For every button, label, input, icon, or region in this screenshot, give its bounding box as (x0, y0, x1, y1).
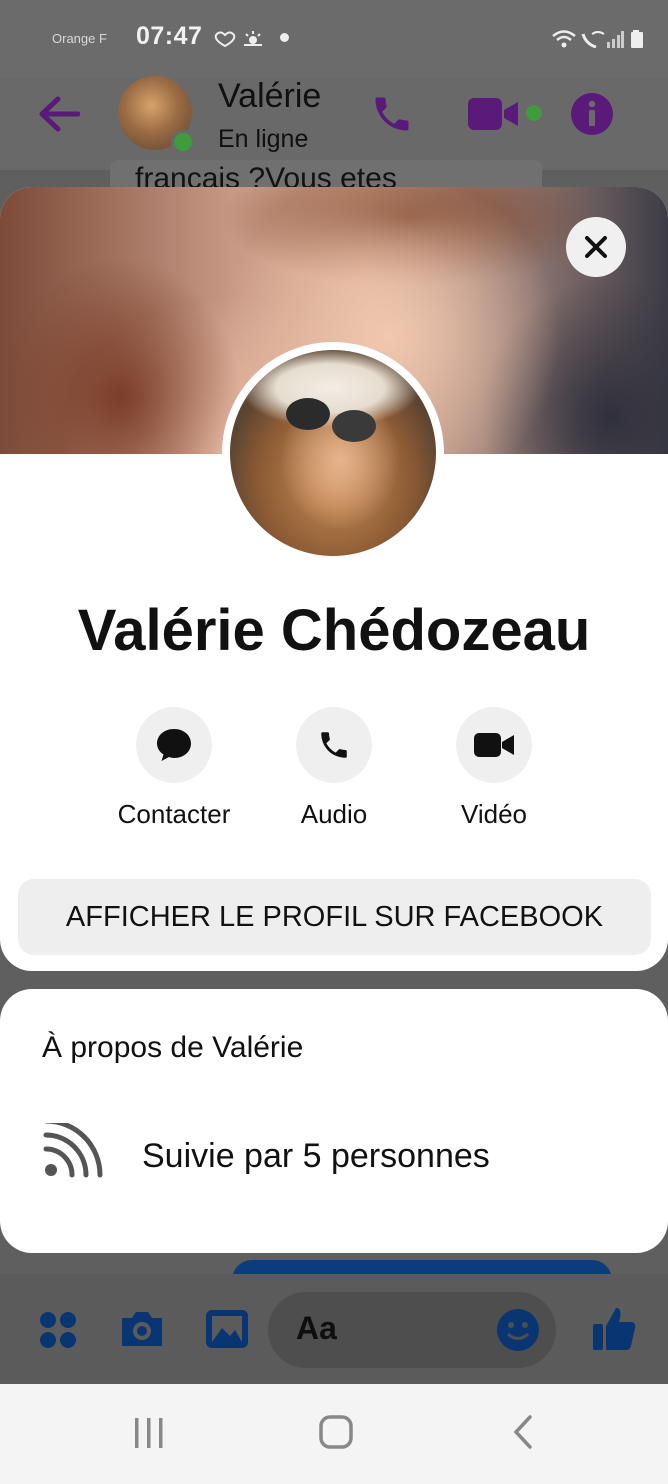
clock: 07:47 (136, 22, 203, 50)
audio-label: Audio (300, 799, 368, 829)
contact-button[interactable] (136, 707, 212, 783)
video-call-button[interactable] (456, 707, 532, 783)
battery-icon (631, 30, 643, 48)
emoji-icon[interactable] (496, 1308, 540, 1352)
camera-icon[interactable] (118, 1308, 166, 1350)
notification-dot-icon (280, 33, 289, 42)
audio-action[interactable]: Audio (254, 707, 414, 830)
about-title: À propos de Valérie (42, 1031, 304, 1064)
profile-sheet: Valérie Chédozeau Contacter Audio Vidéo … (0, 187, 668, 971)
audio-call-button[interactable] (296, 707, 372, 783)
carrier-label: Orange F (52, 31, 107, 46)
photo-detail (332, 410, 376, 442)
close-icon (585, 236, 607, 258)
rss-feed-icon (43, 1123, 103, 1178)
about-card: À propos de Valérie Suivie par 5 personn… (0, 989, 668, 1253)
view-facebook-profile-button[interactable]: AFFICHER LE PROFIL SUR FACEBOOK (18, 879, 651, 955)
followers-count: Suivie par 5 personnes (142, 1137, 490, 1175)
apps-grid-icon[interactable] (38, 1310, 78, 1350)
wifi-calling-icon (581, 31, 605, 48)
video-camera-icon (474, 733, 514, 757)
photo-detail (286, 398, 330, 430)
chat-contact-name[interactable]: Valérie (218, 77, 321, 116)
recent-apps-icon[interactable] (132, 1416, 166, 1450)
thumbs-up-icon[interactable] (590, 1304, 638, 1352)
profile-picture[interactable] (222, 342, 444, 564)
gallery-icon[interactable] (204, 1308, 250, 1350)
heart-status-icon (214, 31, 236, 48)
video-online-indicator (526, 105, 542, 121)
close-button[interactable] (566, 217, 626, 277)
message-bubble-icon (157, 729, 191, 761)
video-label: Vidéo (460, 799, 528, 829)
profile-name: Valérie Chédozeau (77, 598, 591, 663)
message-input-placeholder: Aa (296, 1310, 337, 1346)
online-indicator (171, 130, 195, 154)
info-icon[interactable] (570, 92, 614, 136)
contact-action[interactable]: Contacter (94, 707, 254, 830)
chat-header (0, 78, 668, 170)
signal-icon (607, 31, 624, 48)
contact-label: Contacter (117, 799, 231, 829)
home-icon[interactable] (318, 1414, 354, 1450)
video-camera-icon[interactable] (466, 94, 522, 134)
phone-icon (321, 732, 347, 758)
profile-photo (230, 350, 436, 556)
video-action[interactable]: Vidéo (414, 707, 574, 830)
weather-status-icon (244, 31, 262, 46)
phone-icon[interactable] (370, 92, 414, 136)
wifi-icon (552, 30, 576, 48)
back-arrow-icon[interactable] (38, 96, 80, 132)
chat-contact-status: En ligne (218, 125, 309, 153)
back-nav-icon[interactable] (510, 1414, 536, 1450)
